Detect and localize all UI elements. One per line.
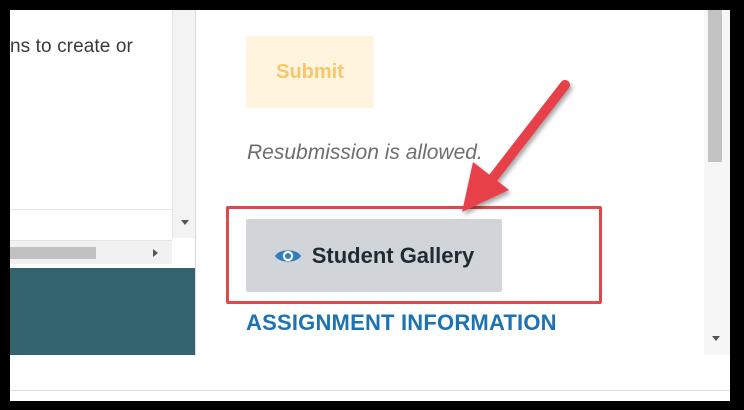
editor-text: ns to create or [10,36,133,57]
editor-pane: ns to create or [10,10,196,355]
page-scrollbar[interactable] [704,10,730,355]
editor-horizontal-scrollbar[interactable] [10,240,172,264]
editor-footer-bar [10,268,195,355]
screenshot-frame: ns to create or Submit Resubmission is a… [10,10,730,401]
horizontal-scroll-thumb[interactable] [10,247,96,259]
assignment-information-heading[interactable]: ASSIGNMENT INFORMATION [246,310,557,336]
student-gallery-label: Student Gallery [311,242,475,268]
assignment-panel: Submit Resubmission is allowed. Student … [196,10,730,355]
scroll-right-arrow-icon[interactable] [153,249,158,257]
student-gallery-button[interactable]: Student Gallery [246,219,502,292]
submit-button[interactable]: Submit [246,36,374,108]
divider [10,390,730,391]
page-scroll-down-arrow-icon[interactable] [712,336,720,341]
page-scroll-thumb[interactable] [708,10,722,162]
editor-vertical-scrollbar[interactable] [172,10,195,238]
bottom-strip [10,355,730,401]
resubmission-note: Resubmission is allowed. [247,141,483,164]
scroll-down-arrow-icon[interactable] [181,220,189,225]
eye-icon [274,249,301,262]
